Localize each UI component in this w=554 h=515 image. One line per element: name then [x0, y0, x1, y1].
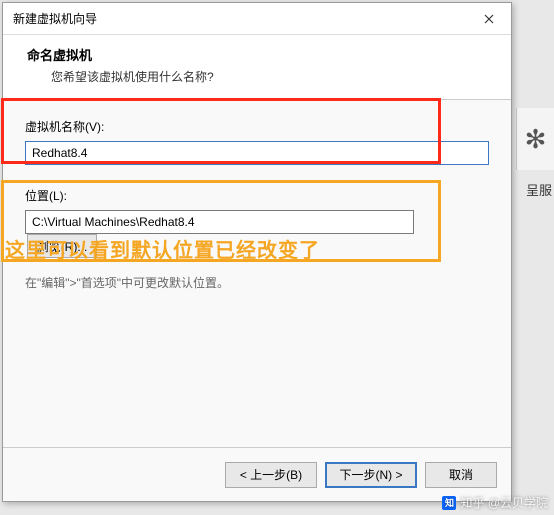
watermark-text: 知乎 @云贝学院: [460, 494, 548, 511]
close-button[interactable]: [467, 3, 511, 35]
zhihu-logo-icon: 知: [442, 496, 456, 510]
vm-location-group: 位置(L): 浏览(R)...: [25, 187, 489, 258]
wizard-content: 虚拟机名称(V): 位置(L): 浏览(R)... 在"编辑">"首选项"中可更…: [3, 100, 511, 447]
page-title: 命名虚拟机: [23, 45, 491, 64]
window-title: 新建虚拟机向导: [13, 10, 97, 27]
vm-name-input[interactable]: [25, 141, 489, 165]
vm-name-label: 虚拟机名称(V):: [25, 118, 104, 135]
vm-location-label: 位置(L):: [25, 187, 67, 204]
next-button[interactable]: 下一步(N) >: [325, 462, 417, 488]
wizard-buttonbar: < 上一步(B) 下一步(N) > 取消: [3, 447, 511, 501]
page-description: 您希望该虚拟机使用什么名称?: [23, 68, 491, 85]
browse-button[interactable]: 浏览(R)...: [27, 234, 97, 258]
wizard-dialog: 新建虚拟机向导 命名虚拟机 您希望该虚拟机使用什么名称? 虚拟机名称(V): 位…: [2, 2, 512, 502]
close-icon: [484, 14, 494, 24]
background-fragment-icon: ✻: [516, 108, 554, 170]
cancel-button[interactable]: 取消: [425, 462, 497, 488]
vm-name-group: 虚拟机名称(V):: [25, 118, 489, 165]
background-text: 呈服: [526, 180, 552, 199]
vm-location-input[interactable]: [25, 210, 414, 234]
wizard-header: 命名虚拟机 您希望该虚拟机使用什么名称?: [3, 35, 511, 100]
default-location-hint: 在"编辑">"首选项"中可更改默认位置。: [25, 274, 489, 291]
watermark: 知 知乎 @云贝学院: [442, 494, 548, 511]
titlebar: 新建虚拟机向导: [3, 3, 511, 35]
back-button[interactable]: < 上一步(B): [225, 462, 317, 488]
